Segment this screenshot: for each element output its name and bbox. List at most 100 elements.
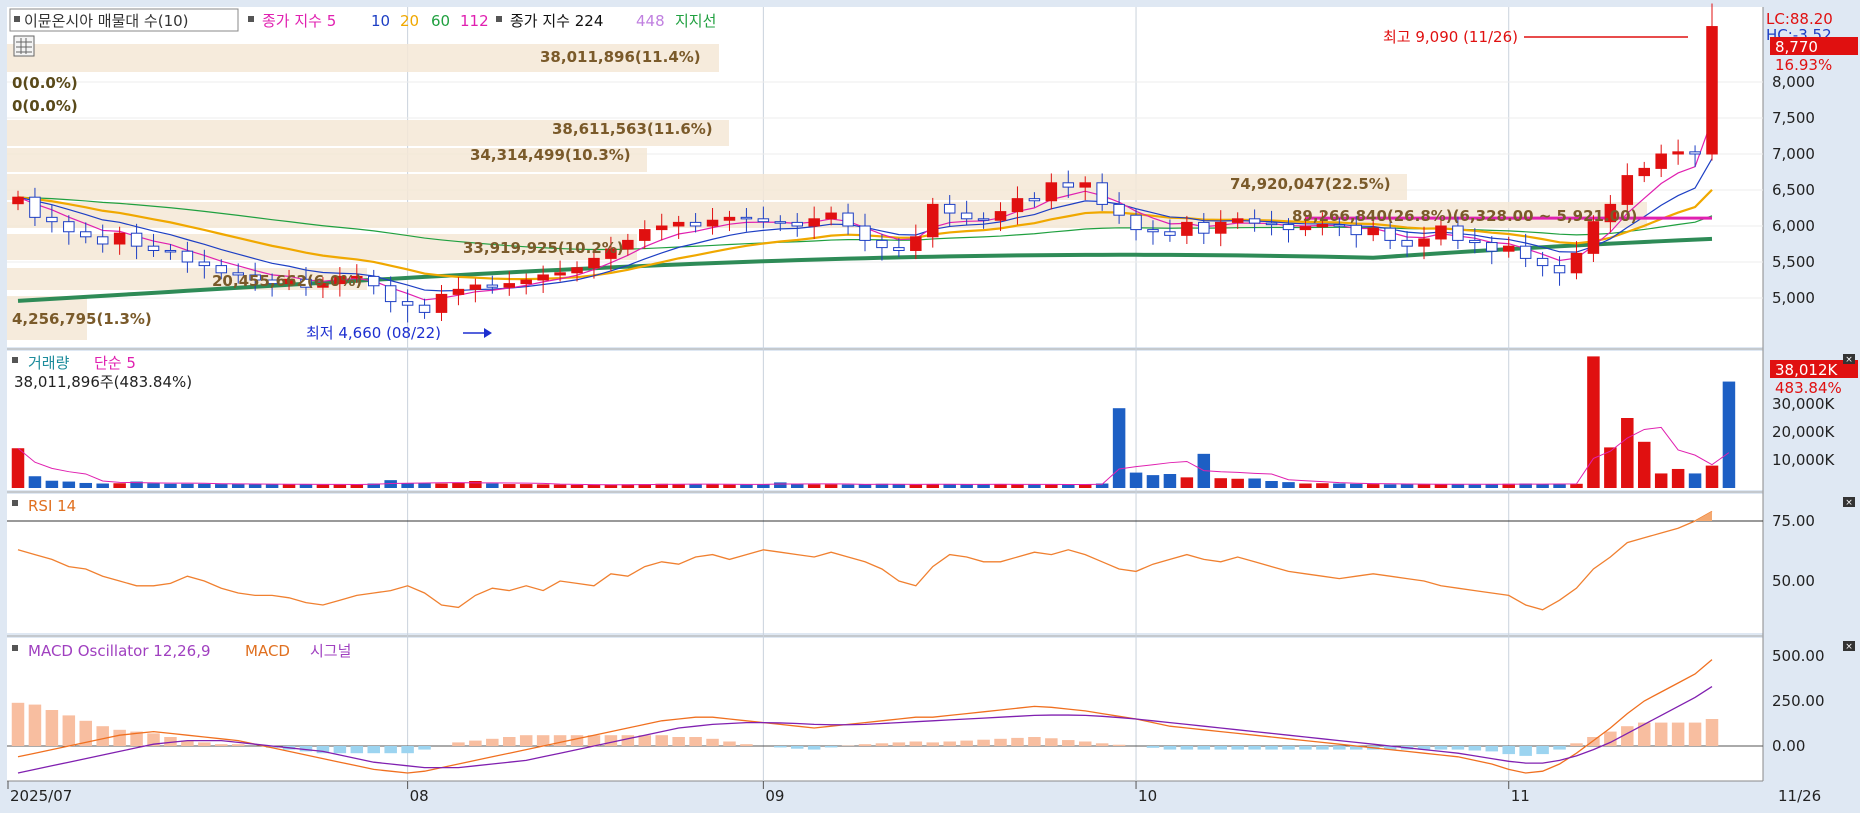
- macd-oscillator-bar: [723, 742, 736, 747]
- high-price-label: 최고 9,090 (11/26): [1383, 28, 1518, 46]
- volume-bar: [1706, 466, 1719, 488]
- macd-oscillator-bar: [1045, 738, 1058, 746]
- legend-support[interactable]: 지지선: [675, 12, 716, 30]
- macd-oscillator-bar: [994, 739, 1007, 746]
- candle-body: [1351, 225, 1362, 234]
- volume-bar: [1113, 408, 1126, 488]
- volume-bar: [808, 484, 821, 488]
- macd-oscillator-bar: [639, 735, 652, 746]
- macd-oscillator-bar: [1062, 740, 1075, 746]
- candle-body: [572, 268, 583, 273]
- volume-bar: [1638, 442, 1651, 488]
- legend-ma60[interactable]: 60: [431, 12, 450, 30]
- candle-body: [1419, 239, 1430, 246]
- candle-body: [1368, 228, 1379, 234]
- candle-body: [1063, 183, 1074, 187]
- candle-body: [453, 289, 464, 294]
- legend-item-name: 이뮨온시아 매물대 수(10): [24, 12, 189, 30]
- volume-profile-label: 38,011,896(11.4%): [540, 48, 701, 66]
- legend-ma10[interactable]: 10: [371, 12, 390, 30]
- volume-bar: [469, 481, 482, 488]
- legend-ma112[interactable]: 112: [460, 12, 489, 30]
- legend-square-icon: [496, 16, 502, 22]
- volume-bar: [1214, 478, 1227, 488]
- volume-bar: [1587, 356, 1600, 488]
- stock-chart[interactable]: 38,011,896(11.4%)0(0.0%)0(0.0%)38,611,56…: [0, 0, 1860, 809]
- legend-ma224-label[interactable]: 종가 지수 224: [510, 12, 603, 30]
- candle-body: [182, 251, 193, 262]
- candle-body: [809, 219, 820, 226]
- signal-label[interactable]: 시그널: [310, 642, 351, 660]
- volume-tag-value: 38,012K: [1775, 361, 1838, 379]
- candle-body: [707, 220, 718, 226]
- x-axis-bg: [7, 781, 1860, 809]
- volume-bar: [842, 485, 855, 488]
- volume-bar: [232, 484, 245, 488]
- volume-bar: [1655, 473, 1668, 488]
- volume-bar: [80, 483, 93, 488]
- legend-ma-label[interactable]: 종가 지수 5: [262, 12, 336, 30]
- candle-body: [81, 232, 92, 237]
- macd-oscillator-bar: [1553, 746, 1566, 750]
- macd-oscillator-bar: [1164, 746, 1177, 750]
- table-icon[interactable]: [14, 36, 34, 56]
- volume-title[interactable]: 거래량: [28, 354, 70, 372]
- macd-oscillator-bar: [1689, 723, 1702, 746]
- volume-bar: [1553, 484, 1566, 488]
- candle-body: [1503, 246, 1514, 251]
- volume-bar: [1486, 484, 1499, 488]
- candle-body: [758, 219, 769, 222]
- candle-body: [1487, 243, 1498, 252]
- close-icon[interactable]: ×: [1843, 497, 1855, 508]
- volume-bar: [1333, 484, 1346, 488]
- candle-body: [1520, 246, 1531, 258]
- close-icon[interactable]: ×: [1843, 354, 1855, 365]
- volume-ma-label[interactable]: 단순 5: [94, 354, 136, 372]
- macd-oscillator-bar: [215, 744, 228, 746]
- candle-body: [640, 230, 651, 241]
- volume-bar: [943, 484, 956, 488]
- legend-ma448[interactable]: 448: [636, 12, 665, 30]
- macd-oscillator-bar: [537, 735, 550, 746]
- candle-body: [623, 240, 634, 249]
- volume-bar: [1367, 484, 1380, 488]
- volume-bar: [588, 485, 601, 488]
- candle-body: [1080, 183, 1091, 187]
- macd-oscillator-bar: [859, 744, 872, 746]
- macd-oscillator-bar: [29, 705, 42, 746]
- candle-body: [1537, 258, 1548, 265]
- candle-body: [1182, 222, 1193, 235]
- macd-tick-label: 0.00: [1772, 737, 1805, 755]
- volume-bar: [1130, 473, 1143, 488]
- macd-oscillator-bar: [1333, 746, 1346, 750]
- candle-body: [1656, 154, 1667, 168]
- volume-bar: [401, 484, 414, 488]
- candle-body: [30, 197, 41, 217]
- volume-bar: [1282, 482, 1295, 488]
- candle-body: [199, 262, 210, 266]
- volume-profile-label: 33,919,925(10.2%): [463, 239, 624, 257]
- volume-bar: [1469, 485, 1482, 488]
- candle-body: [368, 276, 379, 285]
- candle-body: [470, 285, 481, 289]
- candle-body: [1046, 183, 1057, 201]
- macd-oscillator-bar: [1706, 719, 1719, 746]
- volume-profile-label: 0(0.0%): [12, 97, 78, 115]
- macd-title[interactable]: MACD Oscillator 12,26,9: [28, 642, 211, 660]
- legend-square-icon: [12, 645, 18, 651]
- legend-ma20[interactable]: 20: [400, 12, 419, 30]
- macd-oscillator-bar: [1435, 746, 1448, 750]
- volume-bar: [1723, 382, 1736, 488]
- candle-body: [504, 284, 515, 288]
- legend-square-icon: [12, 357, 18, 363]
- volume-bar: [1265, 481, 1278, 488]
- close-icon[interactable]: ×: [1843, 641, 1855, 652]
- candle-body: [131, 233, 142, 246]
- rsi-title[interactable]: RSI 14: [28, 497, 76, 515]
- candle-body: [1385, 228, 1396, 240]
- volume-bar: [893, 484, 906, 488]
- macd-oscillator-bar: [113, 730, 126, 746]
- volume-profile-label: 4,256,795(1.3%): [12, 310, 152, 328]
- volume-bar: [1248, 478, 1261, 488]
- macd-label[interactable]: MACD: [245, 642, 290, 660]
